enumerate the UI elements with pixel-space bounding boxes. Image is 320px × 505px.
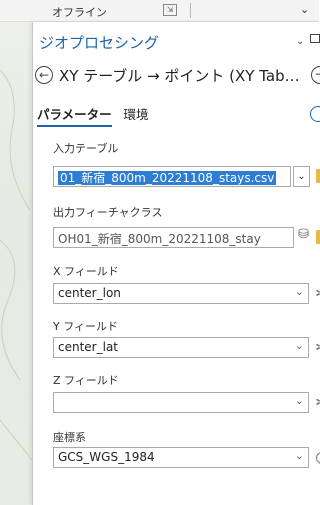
- geoprocessing-pane: ジオプロセシング ⌄ ← XY テーブル → ポイント (XY Tab… → パ…: [32, 22, 320, 505]
- x-field-label: X フィールド: [53, 265, 119, 278]
- input-table-value: 01_新宿_800m_20221108_stays.csv: [58, 171, 277, 185]
- forward-arrow-icon[interactable]: →: [311, 66, 320, 84]
- pane-title: ジオプロセシング: [39, 34, 160, 52]
- divider: [190, 3, 191, 18]
- chevron-down-icon[interactable]: ⌄: [300, 3, 309, 16]
- maximize-icon[interactable]: [310, 34, 320, 43]
- input-table-field[interactable]: 01_新宿_800m_20221108_stays.csv: [53, 166, 291, 187]
- database-icon[interactable]: ⛁: [298, 227, 312, 243]
- chevron-down-icon: ⌄: [294, 285, 304, 298]
- coordinate-system-label: 座標系: [53, 431, 86, 444]
- globe-icon[interactable]: [316, 452, 320, 464]
- tab-parameters[interactable]: パラメーター: [37, 104, 112, 127]
- z-field-label: Z フィールド: [53, 374, 119, 387]
- offline-status-text: オフライン: [52, 6, 107, 19]
- y-field-select[interactable]: center_lat ⌄: [53, 337, 309, 358]
- input-table-label: 入力テーブル: [53, 142, 119, 155]
- help-icon[interactable]: [310, 106, 320, 122]
- pane-options-chevron-icon[interactable]: ⌄: [296, 36, 304, 47]
- coordinate-system-value: GCS_WGS_1984: [58, 450, 155, 464]
- selection-icon[interactable]: ⇲: [163, 4, 177, 16]
- back-arrow-icon[interactable]: ←: [35, 66, 53, 84]
- tool-header: ← XY テーブル → ポイント (XY Tab… →: [33, 64, 320, 90]
- y-field-value: center_lat: [58, 340, 118, 354]
- x-field-select[interactable]: center_lon ⌄: [53, 283, 309, 304]
- input-table-dropdown-button[interactable]: ⌄: [293, 166, 310, 187]
- chevron-down-icon: ⌄: [294, 394, 304, 407]
- tool-name: XY テーブル → ポイント (XY Tab…: [59, 67, 300, 85]
- output-feature-class-label: 出力フィーチャクラス: [53, 206, 163, 219]
- chevron-down-icon: ⌄: [294, 339, 304, 352]
- tab-environments[interactable]: 環境: [123, 104, 148, 125]
- top-status-strip: オフライン ⇲ ⌄: [0, 0, 319, 22]
- field-properties-gear-icon[interactable]: ✲: [315, 340, 320, 356]
- tab-bar: パラメーター 環境: [37, 104, 156, 127]
- y-field-label: Y フィールド: [53, 320, 118, 333]
- x-field-value: center_lon: [58, 286, 121, 300]
- folder-icon[interactable]: [316, 169, 320, 183]
- folder-icon[interactable]: [316, 230, 320, 244]
- field-properties-gear-icon[interactable]: ✲: [315, 286, 320, 302]
- coordinate-system-select[interactable]: GCS_WGS_1984 ⌄: [53, 447, 309, 468]
- z-field-select[interactable]: ⌄: [53, 392, 309, 413]
- output-feature-class-field[interactable]: OH01_新宿_800m_20221108_stay: [53, 227, 294, 248]
- chevron-down-icon: ⌄: [294, 449, 304, 462]
- field-properties-gear-icon[interactable]: ✲: [315, 395, 320, 411]
